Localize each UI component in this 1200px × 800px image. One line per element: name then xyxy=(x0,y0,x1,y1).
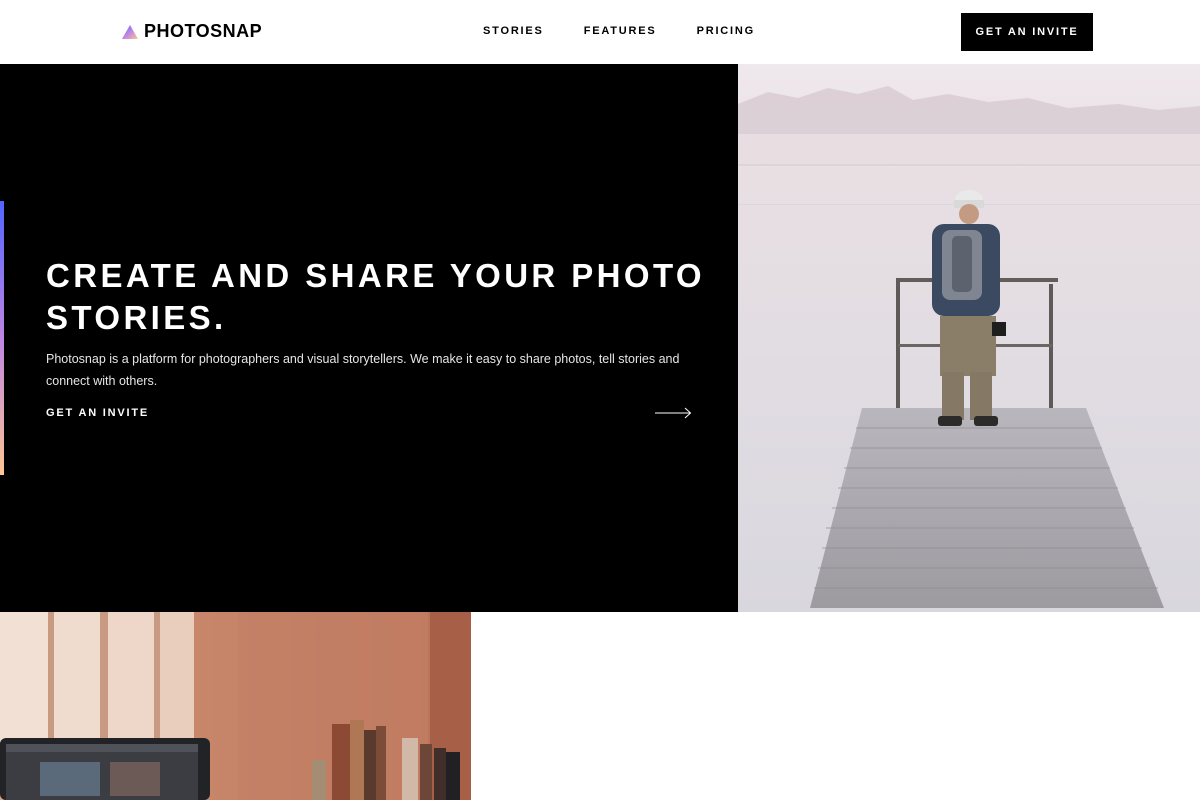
nav-link-stories[interactable]: STORIES xyxy=(483,25,544,37)
get-invite-button[interactable]: GET AN INVITE xyxy=(961,13,1093,51)
hero-invite-label: GET AN INVITE xyxy=(46,407,150,419)
arrow-right-icon xyxy=(655,407,692,419)
hero-accent-bar xyxy=(0,201,4,475)
hero-panel: CREATE AND SHARE YOUR PHOTO STORIES. Pho… xyxy=(0,64,738,612)
hero-description: Photosnap is a platform for photographer… xyxy=(46,352,680,388)
main-nav: STORIES FEATURES PRICING xyxy=(483,25,795,37)
logo-triangle-icon xyxy=(122,24,138,39)
nav-link-features[interactable]: FEATURES xyxy=(584,25,657,37)
hero-title: CREATE AND SHARE YOUR PHOTO STORIES. xyxy=(46,257,705,336)
site-header: PHOTOSNAP STORIES FEATURES PRICING GET A… xyxy=(0,0,1200,64)
nav-link-pricing[interactable]: PRICING xyxy=(697,25,755,37)
desk-photo xyxy=(0,612,471,800)
brand-logo[interactable]: PHOTOSNAP xyxy=(122,21,262,42)
hero-photo-pier xyxy=(738,64,1200,612)
hero-invite-link[interactable]: GET AN INVITE xyxy=(46,403,692,423)
brand-name: PHOTOSNAP xyxy=(144,21,263,41)
